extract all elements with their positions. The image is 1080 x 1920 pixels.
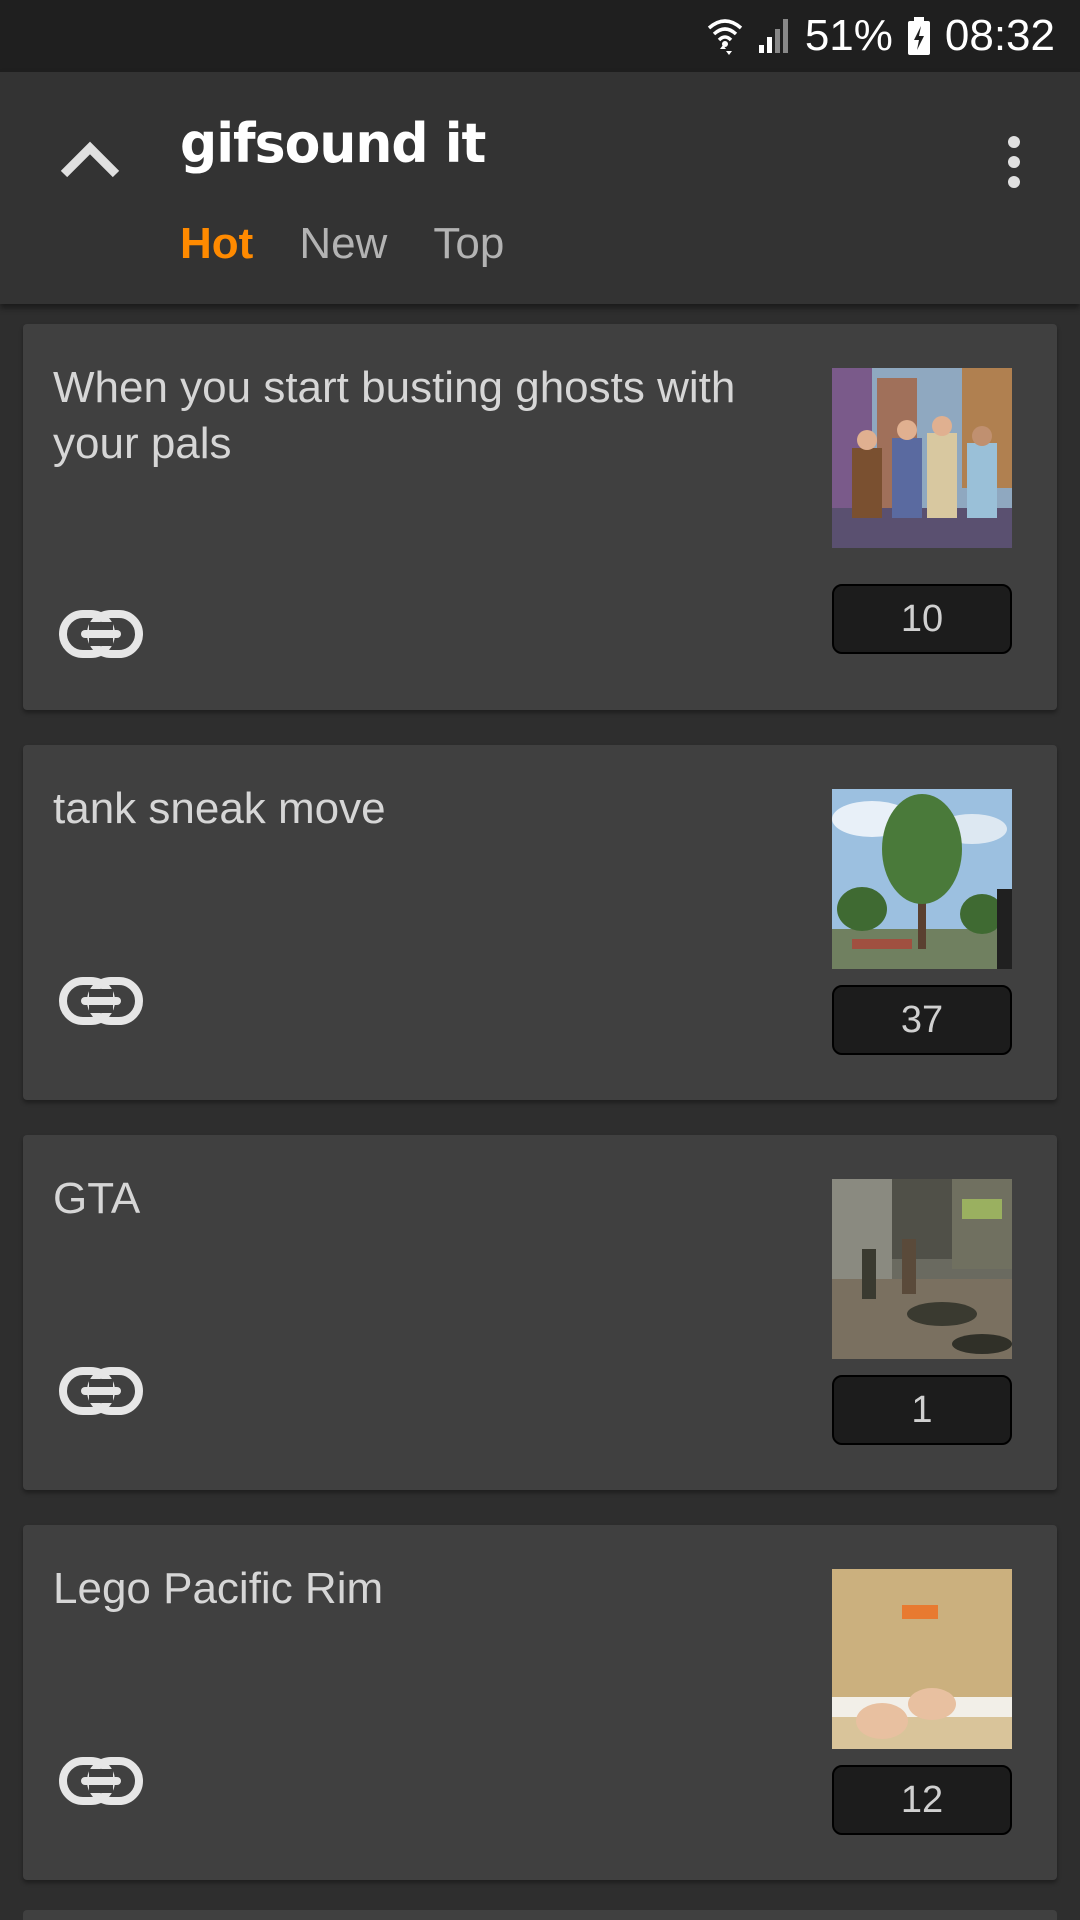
post-score[interactable]: 1 (832, 1375, 1012, 1445)
more-vert-icon (1008, 136, 1020, 188)
post-title: Lego Pacific Rim (53, 1564, 384, 1613)
post-score[interactable]: 37 (832, 985, 1012, 1055)
link-icon[interactable] (59, 608, 143, 660)
collapse-button[interactable] (52, 120, 128, 196)
overflow-menu-button[interactable] (990, 124, 1038, 200)
post-score[interactable]: 10 (832, 584, 1012, 654)
clock: 08:32 (944, 11, 1055, 60)
post-title: GTA (53, 1174, 141, 1223)
link-icon[interactable] (59, 975, 143, 1027)
wifi-icon (707, 16, 743, 56)
post-thumbnail[interactable] (832, 1179, 1012, 1359)
post-card[interactable]: tank sneak move 37 (23, 745, 1057, 1100)
tab-new[interactable]: New (299, 218, 387, 270)
signal-icon (757, 17, 791, 55)
post-title: tank sneak move (53, 784, 386, 833)
post-card[interactable]: Lego Pacific Rim 12 (23, 1525, 1057, 1880)
post-score[interactable]: 12 (832, 1765, 1012, 1835)
link-icon[interactable] (59, 1755, 143, 1807)
post-card[interactable]: GTA 1 (23, 1135, 1057, 1490)
status-bar: 51% 08:32 (0, 0, 1080, 72)
app-bar: GIFSOUND IT Hot New Top (0, 72, 1080, 304)
post-thumbnail[interactable] (832, 789, 1012, 969)
post-feed[interactable]: When you start busting ghosts with your … (0, 304, 1080, 1920)
app-logo: GIFSOUND IT (180, 112, 486, 176)
battery-icon (907, 16, 931, 56)
tab-hot[interactable]: Hot (180, 218, 253, 270)
post-title: When you start busting ghosts with your … (53, 363, 736, 468)
post-card[interactable] (23, 1910, 1057, 1920)
tab-top[interactable]: Top (433, 218, 504, 270)
post-card[interactable]: When you start busting ghosts with your … (23, 324, 1057, 710)
chevron-up-icon (60, 141, 120, 178)
sort-tabs: Hot New Top (180, 218, 550, 270)
post-thumbnail[interactable] (832, 368, 1012, 548)
post-thumbnail[interactable] (832, 1569, 1012, 1749)
link-icon[interactable] (59, 1365, 143, 1417)
battery-percent: 51% (804, 11, 893, 60)
